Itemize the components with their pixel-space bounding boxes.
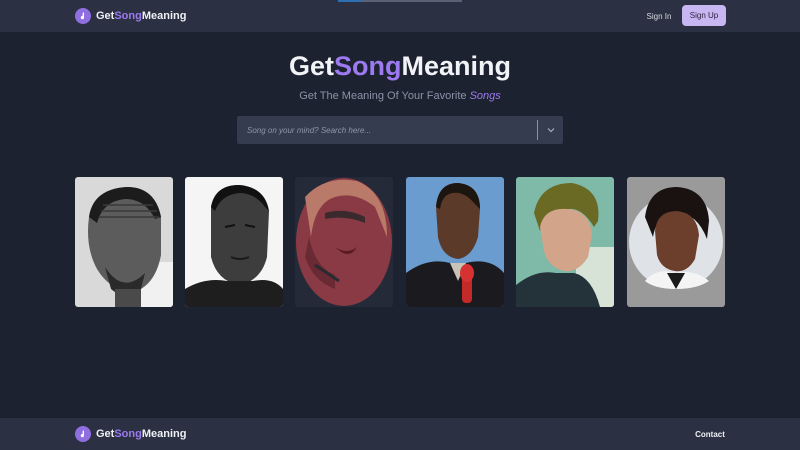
music-note-icon: [75, 8, 91, 24]
artist-card-2[interactable]: [185, 177, 283, 307]
loading-indicator: [338, 0, 462, 2]
search-box: [237, 116, 563, 144]
brand-name: GetSongMeaning: [96, 10, 187, 22]
search-input[interactable]: [247, 116, 527, 144]
sign-in-button[interactable]: Sign In: [640, 6, 678, 26]
artist-card-6[interactable]: [627, 177, 725, 307]
artist-gallery: [75, 177, 725, 307]
artist-card-4[interactable]: [406, 177, 504, 307]
artist-card-1[interactable]: [75, 177, 173, 307]
hero-subtitle: Get The Meaning Of Your Favorite Songs: [299, 90, 501, 102]
footer-brand-name: GetSongMeaning: [96, 428, 187, 440]
search-divider: [537, 120, 538, 140]
artist-card-5[interactable]: [516, 177, 614, 307]
header-bar: GetSongMeaning Sign In Sign Up: [0, 0, 800, 32]
hero-title: GetSongMeaning: [288, 51, 512, 81]
brand-logo-link[interactable]: GetSongMeaning: [75, 8, 186, 24]
footer-brand-link[interactable]: GetSongMeaning: [75, 426, 186, 442]
artist-card-3[interactable]: [295, 177, 393, 307]
contact-link[interactable]: Contact: [690, 426, 730, 442]
chevron-down-icon[interactable]: [539, 116, 563, 144]
sign-up-button[interactable]: Sign Up: [682, 5, 726, 26]
music-note-icon: [75, 426, 91, 442]
footer-bar: GetSongMeaning Contact: [0, 418, 800, 450]
